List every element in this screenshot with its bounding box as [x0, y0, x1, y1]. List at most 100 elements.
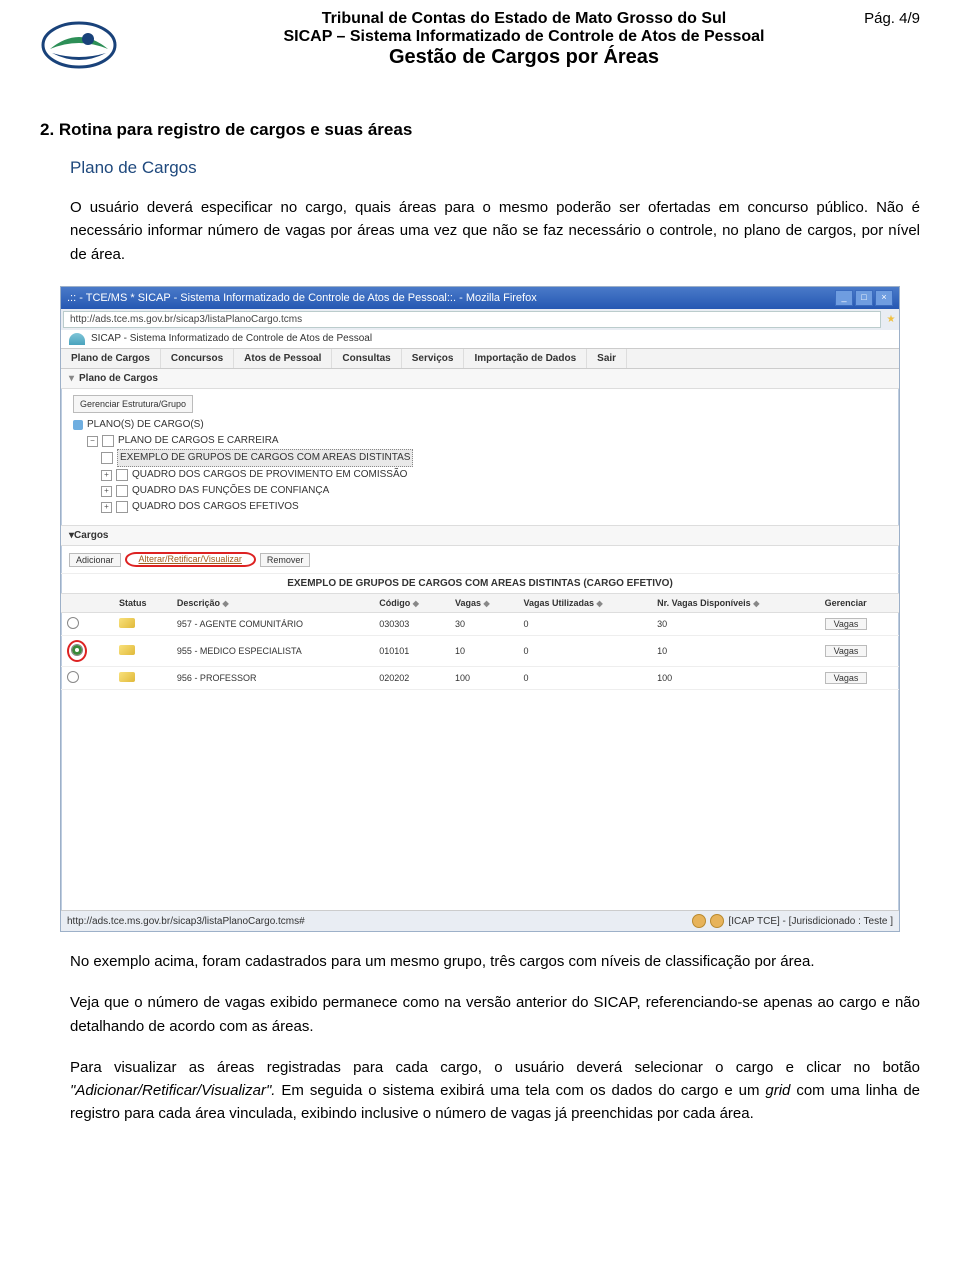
window-titlebar: .:: - TCE/MS * SICAP - Sistema Informati…: [61, 287, 899, 309]
row-util: 0: [517, 613, 651, 636]
row-codigo: 020202: [373, 667, 449, 690]
window-title: .:: - TCE/MS * SICAP - Sistema Informati…: [67, 292, 537, 304]
table-row[interactable]: 955 - MEDICO ESPECIALISTA 010101 10 0 10…: [61, 636, 899, 667]
menu-sair[interactable]: Sair: [587, 349, 627, 368]
row-vagas: 30: [449, 613, 517, 636]
app-name: SICAP - Sistema Informatizado de Control…: [91, 333, 372, 344]
url-bar[interactable]: http://ads.tce.ms.gov.br/sicap3/listaPla…: [63, 311, 881, 328]
alterar-retificar-button[interactable]: Alterar/Retificar/Visualizar: [133, 553, 248, 565]
tree-view: Gerenciar Estrutura/Grupo PLANO(S) DE CA…: [61, 389, 899, 525]
expand-icon[interactable]: +: [101, 470, 112, 481]
vagas-button[interactable]: Vagas: [825, 672, 868, 684]
collapse-icon[interactable]: −: [87, 436, 98, 447]
vagas-button[interactable]: Vagas: [825, 618, 868, 630]
menu-plano-cargos[interactable]: Plano de Cargos: [61, 349, 161, 368]
doc-icon: [116, 469, 128, 481]
folder-icon: [102, 435, 114, 447]
row-codigo: 030303: [373, 613, 449, 636]
col-gerenciar: Gerenciar: [819, 594, 899, 613]
menu-servicos[interactable]: Serviços: [402, 349, 465, 368]
col-codigo[interactable]: Código ◆: [373, 594, 449, 613]
header-line-3: Gestão de Cargos por Áreas: [128, 46, 920, 69]
doc-icon: [116, 485, 128, 497]
row-vagas: 100: [449, 667, 517, 690]
table-caption: EXEMPLO DE GRUPOS DE CARGOS COM AREAS DI…: [61, 573, 899, 593]
row-util: 0: [517, 667, 651, 690]
row-disp: 30: [651, 613, 818, 636]
people-icon: [73, 420, 83, 430]
edit-icon[interactable]: [119, 618, 135, 628]
subsection-title: Plano de Cargos: [70, 158, 920, 178]
paragraph-3: Veja que o número de vagas exibido perma…: [70, 991, 920, 1038]
row-desc: 955 - MEDICO ESPECIALISTA: [171, 636, 373, 667]
user-icon: [692, 914, 706, 928]
vagas-button[interactable]: Vagas: [825, 645, 868, 657]
col-status[interactable]: Status: [113, 594, 171, 613]
cargos-table: Status Descrição ◆ Código ◆ Vagas ◆ Vaga…: [61, 593, 899, 690]
highlight-oval-icon: Alterar/Retificar/Visualizar: [125, 552, 256, 567]
status-right: [ICAP TCE] - [Jurisdicionado : Teste ]: [728, 916, 893, 927]
adicionar-button[interactable]: Adicionar: [69, 553, 121, 567]
tree-n2-selected[interactable]: EXEMPLO DE GRUPOS DE CARGOS COM AREAS DI…: [117, 449, 413, 467]
remover-button[interactable]: Remover: [260, 553, 311, 567]
app-banner: SICAP - Sistema Informatizado de Control…: [61, 330, 899, 349]
panel-plano-cargos-label: Plano de Cargos: [79, 373, 158, 384]
user-icon: [710, 914, 724, 928]
section-title: 2. Rotina para registro de cargos e suas…: [40, 120, 920, 140]
status-url: http://ads.tce.ms.gov.br/sicap3/listaPla…: [67, 916, 305, 927]
edit-icon[interactable]: [119, 645, 135, 655]
panel-cargos-head[interactable]: ▾Cargos: [61, 525, 899, 546]
doc-icon: [101, 452, 113, 464]
sort-icon: ◆: [753, 599, 759, 608]
row-disp: 100: [651, 667, 818, 690]
tree-n4[interactable]: QUADRO DAS FUNÇÕES DE CONFIANÇA: [132, 483, 329, 499]
edit-icon[interactable]: [119, 672, 135, 682]
maximize-icon[interactable]: □: [855, 290, 873, 306]
para4-pre: Para visualizar as áreas registradas par…: [70, 1059, 920, 1076]
favorite-icon[interactable]: ★: [883, 314, 899, 325]
paragraph-4: Para visualizar as áreas registradas par…: [70, 1056, 920, 1126]
row-vagas: 10: [449, 636, 517, 667]
menu-concursos[interactable]: Concursos: [161, 349, 234, 368]
menu-importacao[interactable]: Importação de Dados: [464, 349, 587, 368]
tree-n3[interactable]: QUADRO DOS CARGOS DE PROVIMENTO EM COMIS…: [132, 467, 407, 483]
table-row[interactable]: 956 - PROFESSOR 020202 100 0 100 Vagas: [61, 667, 899, 690]
col-utilizadas[interactable]: Vagas Utilizadas ◆: [517, 594, 651, 613]
minimize-icon[interactable]: _: [835, 290, 853, 306]
main-menu: Plano de Cargos Concursos Atos de Pessoa…: [61, 349, 899, 369]
close-icon[interactable]: ×: [875, 290, 893, 306]
app-logo-icon: [69, 333, 85, 345]
expand-icon[interactable]: +: [101, 502, 112, 513]
sort-icon: ◆: [484, 599, 490, 608]
row-codigo: 010101: [373, 636, 449, 667]
menu-atos-pessoal[interactable]: Atos de Pessoal: [234, 349, 332, 368]
sort-icon: ◆: [413, 599, 419, 608]
menu-consultas[interactable]: Consultas: [332, 349, 401, 368]
logo-icon: [40, 10, 118, 80]
panel-cargos-label: Cargos: [74, 530, 108, 541]
tree-n1[interactable]: PLANO DE CARGOS E CARREIRA: [118, 433, 279, 449]
row-util: 0: [517, 636, 651, 667]
row-radio[interactable]: [67, 671, 79, 683]
tree-n5[interactable]: QUADRO DOS CARGOS EFETIVOS: [132, 499, 299, 515]
tree-root[interactable]: PLANO(S) DE CARGO(S): [87, 417, 204, 433]
cargos-button-row: Adicionar Alterar/Retificar/Visualizar R…: [61, 546, 899, 573]
document-header: Tribunal de Contas do Estado de Mato Gro…: [40, 10, 920, 80]
row-radio[interactable]: [67, 617, 79, 629]
panel-plano-cargos-head[interactable]: ▾Plano de Cargos: [61, 369, 899, 389]
table-row[interactable]: 957 - AGENTE COMUNITÁRIO 030303 30 0 30 …: [61, 613, 899, 636]
col-vagas[interactable]: Vagas ◆: [449, 594, 517, 613]
expand-icon[interactable]: +: [101, 486, 112, 497]
row-radio-selected[interactable]: [71, 644, 83, 656]
embedded-screenshot: .:: - TCE/MS * SICAP - Sistema Informati…: [60, 286, 900, 932]
doc-icon: [116, 501, 128, 513]
col-disponiveis[interactable]: Nr. Vagas Disponíveis ◆: [651, 594, 818, 613]
col-descricao[interactable]: Descrição ◆: [171, 594, 373, 613]
row-desc: 957 - AGENTE COMUNITÁRIO: [171, 613, 373, 636]
highlight-circle-icon: [67, 640, 87, 662]
gerenciar-estrutura-button[interactable]: Gerenciar Estrutura/Grupo: [73, 395, 193, 413]
page-number: Pág. 4/9: [864, 10, 920, 27]
para4-post: Em seguida o sistema exibirá uma tela co…: [281, 1082, 765, 1099]
sort-icon: ◆: [597, 599, 603, 608]
paragraph-1: O usuário deverá especificar no cargo, q…: [70, 196, 920, 266]
